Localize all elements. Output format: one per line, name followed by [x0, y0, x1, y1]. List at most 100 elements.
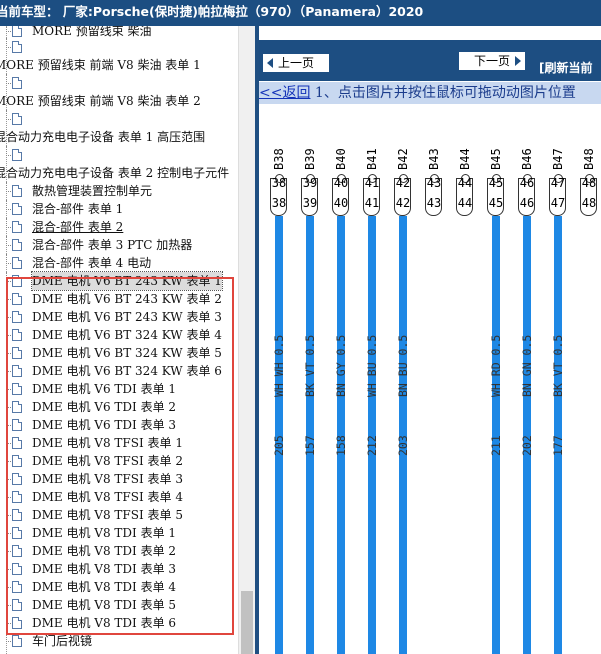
wire-number: 211: [489, 435, 503, 456]
tree-item-label: 混合动力充电电子设备 表单 1 高压范围: [0, 130, 206, 144]
wire-color-label: WH RD 0.5: [489, 334, 503, 397]
pin-number: 44: [457, 196, 473, 210]
wire-number: 157: [303, 435, 317, 456]
wire-number: 177: [551, 435, 565, 456]
pin-number: 39: [302, 196, 318, 210]
pin-code: B39: [303, 148, 317, 170]
tree-item[interactable]: [0, 110, 238, 128]
next-page-label: 下一页: [473, 54, 510, 68]
pin-number: 44: [457, 176, 473, 190]
right-arrow-icon: [515, 56, 521, 66]
tree-item[interactable]: 混合-部件 表单 2: [0, 218, 238, 236]
diagram-toolbar: 上一页 下一页 [刷新当前: [259, 40, 601, 81]
pin-code: B40: [334, 148, 348, 170]
pin-code: B47: [551, 148, 565, 170]
prev-page-button[interactable]: 上一页: [263, 54, 329, 72]
connector-pin[interactable]: B48 48 48: [579, 104, 599, 654]
document-icon: [12, 239, 22, 251]
tree-item[interactable]: 混合-部件 表单 3 PTC 加热器: [0, 236, 238, 254]
tree-item-label: MORE 预留线束 前端 V8 柴油 表单 1: [0, 58, 201, 72]
document-icon: [12, 26, 22, 37]
pin-code: B42: [396, 148, 410, 170]
document-icon: [12, 203, 22, 215]
pin-code: B45: [489, 148, 503, 170]
tree-item-label: 混合-部件 表单 4 电动: [32, 256, 152, 270]
wire-number: 212: [365, 435, 379, 456]
instruction-bar: <<返回 1、点击图片并按住鼠标可拖动动图片位置: [259, 82, 601, 104]
document-icon: [12, 185, 22, 197]
document-icon: [12, 635, 22, 647]
prev-page-label: 上一页: [277, 56, 314, 70]
pin-number: 45: [488, 196, 504, 210]
connector-pin[interactable]: B46 46 46 BN GN 0.5 202: [517, 104, 537, 654]
tree-item[interactable]: 混合动力充电电子设备 表单 1 高压范围: [0, 128, 238, 146]
connector-pin[interactable]: B39 39 39 BK VT 0.5 157: [300, 104, 320, 654]
pin-number: 40: [333, 176, 349, 190]
tree-item[interactable]: [0, 74, 238, 92]
tree-item-label: 混合-部件 表单 3 PTC 加热器: [32, 238, 193, 252]
wire-number: 203: [396, 435, 410, 456]
pin-number: 48: [581, 196, 597, 210]
back-link[interactable]: <<返回: [259, 85, 310, 101]
tree-item[interactable]: MORE 预留线束 前端 V8 柴油 表单 2: [0, 92, 238, 110]
pin-number: 38: [271, 176, 287, 190]
scrollbar-thumb[interactable]: [241, 591, 253, 654]
pin-code: B38: [272, 148, 286, 170]
tree-item[interactable]: MORE 预留线束 前端 V8 柴油 表单 1: [0, 56, 238, 74]
wire-color-label: BN GY 0.5: [334, 334, 348, 397]
wire-number: 205: [272, 435, 286, 456]
connector-pin[interactable]: B45 45 45 WH RD 0.5 211: [486, 104, 506, 654]
tree-item[interactable]: 混合-部件 表单 4 电动: [0, 254, 238, 272]
connector-pin[interactable]: B47 47 47 BK VT 0.5 177: [548, 104, 568, 654]
pin-number: 41: [364, 176, 380, 190]
tree-item-label: 混合-部件 表单 1: [32, 202, 124, 216]
tree-item[interactable]: 混合动力充电电子设备 表单 2 控制电子元件: [0, 164, 238, 182]
pin-number: 41: [364, 196, 380, 210]
tree-item-label: MORE 预留线束 前端 V8 柴油 表单 2: [0, 94, 201, 108]
pin-code: B48: [582, 148, 596, 170]
wire-color-label: WH WH 0.5: [272, 334, 286, 397]
tree-item[interactable]: 混合-部件 表单 1: [0, 200, 238, 218]
pin-code: B41: [365, 148, 379, 170]
instruction-text: 1、点击图片并按住鼠标可拖动动图片位置: [310, 85, 576, 101]
pin-number: 42: [395, 176, 411, 190]
pin-number: 45: [488, 176, 504, 190]
connector-pin[interactable]: B44 44 44: [455, 104, 475, 654]
document-icon: [12, 113, 22, 125]
pin-number: 39: [302, 176, 318, 190]
tree-item[interactable]: 散热管理装置控制单元: [0, 182, 238, 200]
connector-pin[interactable]: B42 42 42 BN BU 0.5 203: [393, 104, 413, 654]
document-icon: [12, 221, 22, 233]
wire-color-label: WH BU 0.5: [365, 334, 379, 397]
pin-number: 46: [519, 176, 535, 190]
connector-pin[interactable]: B41 41 41 WH BU 0.5 212: [362, 104, 382, 654]
pin-number: 43: [426, 196, 442, 210]
tree-item[interactable]: [0, 38, 238, 56]
current-vehicle-title: 当前车型： 厂家:Porsche(保时捷)帕拉梅拉（970）（Panamera）…: [0, 4, 424, 19]
wire-color-label: BN BU 0.5: [396, 334, 410, 397]
pin-number: 47: [550, 196, 566, 210]
pin-code: B44: [458, 148, 472, 170]
next-page-button[interactable]: 下一页: [459, 52, 525, 70]
left-arrow-icon: [267, 58, 273, 68]
pin-number: 38: [271, 196, 287, 210]
wire-number: 202: [520, 435, 534, 456]
document-icon: [12, 149, 22, 161]
pin-number: 40: [333, 196, 349, 210]
wire-number: 158: [334, 435, 348, 456]
tree-item-label: 混合动力充电电子设备 表单 2 控制电子元件: [0, 166, 230, 180]
tree-item-label: 散热管理装置控制单元: [32, 184, 153, 198]
connector-pin[interactable]: B38 38 38 WH WH 0.5 205: [269, 104, 289, 654]
wire-color-label: BK VT 0.5: [551, 334, 565, 397]
document-icon: [12, 77, 22, 89]
tree-item[interactable]: [0, 146, 238, 164]
pin-number: 48: [581, 176, 597, 190]
connector-pin[interactable]: B40 40 40 BN GY 0.5 158: [331, 104, 351, 654]
wiring-diagram[interactable]: B38 38 38 WH WH 0.5 205 B39 39 39 BK VT 0.5 157 B4…: [259, 104, 601, 654]
connector-pin[interactable]: B43 43 43: [424, 104, 444, 654]
pin-code: B46: [520, 148, 534, 170]
tree-item-label: 混合-部件 表单 2: [32, 220, 124, 234]
highlight-box: [6, 277, 234, 635]
tree-scrollbar[interactable]: [238, 26, 255, 654]
refresh-link[interactable]: [刷新当前: [539, 59, 593, 76]
